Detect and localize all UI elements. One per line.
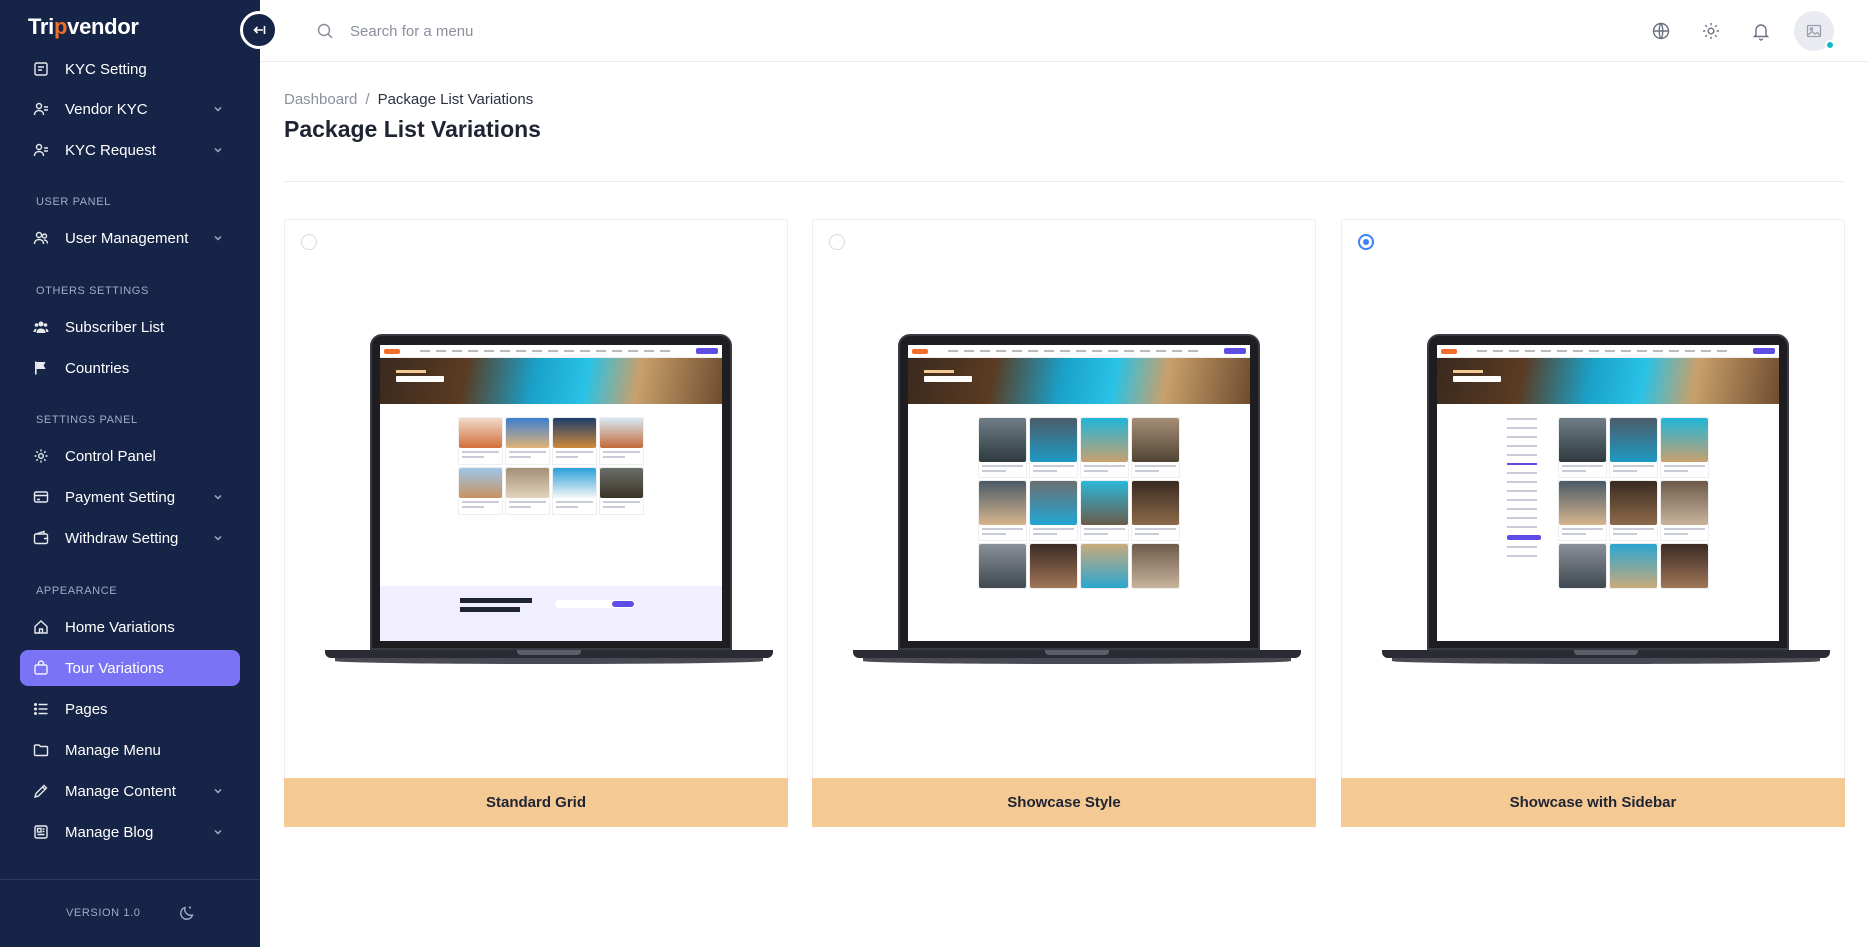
sidebar-item-label: Manage Content [65,782,176,800]
list-icon [32,700,50,718]
sidebar-collapse-button[interactable] [240,11,278,49]
bag-icon [32,659,50,677]
sidebar-item-vendor-kyc[interactable]: Vendor KYC [20,91,240,127]
variation-radio-standard-grid[interactable] [301,234,317,250]
page-title: Package List Variations [284,116,541,142]
variation-card-showcase-with-sidebar[interactable]: Showcase with Sidebar [1341,219,1845,827]
sidebar: Tripvendor KYC Setting Vendor KYC KYC Re… [0,0,260,947]
bell-icon[interactable] [1751,21,1771,41]
wallet-icon [32,529,50,547]
section-label-settings-panel: SETTINGS PANEL [36,414,138,426]
sidebar-item-label: Countries [65,359,130,377]
home-icon [32,618,50,636]
chevron-down-icon [214,829,222,835]
sidebar-item-label: User Management [65,229,189,247]
sidebar-item-user-management[interactable]: User Management [20,220,240,256]
laptop-preview-image [1382,334,1830,664]
chevron-down-icon [214,788,222,794]
vendor-kyc-icon [32,100,50,118]
section-label-user-panel: USER PANEL [36,196,111,208]
chevron-down-icon [214,494,222,500]
kyc-request-icon [32,141,50,159]
laptop-preview-image [853,334,1301,664]
breadcrumb: Dashboard / Package List Variations [284,91,533,108]
payment-icon [32,488,50,506]
online-status-badge [1825,40,1835,50]
chevron-down-icon [214,106,222,112]
header-divider [284,181,1845,182]
logo-mark: p [54,14,68,39]
sidebar-item-label: KYC Request [65,141,156,159]
sidebar-item-label: Vendor KYC [65,100,148,118]
chevron-down-icon [214,147,222,153]
section-label-others-settings: OTHERS SETTINGS [36,285,149,297]
globe-icon[interactable] [1651,21,1671,41]
sidebar-item-home-variations[interactable]: Home Variations [20,609,240,645]
sidebar-item-kyc-request[interactable]: KYC Request [20,132,240,168]
sidebar-item-label: Subscriber List [65,318,165,336]
logo-text-end: vendor [67,14,139,39]
sidebar-item-kyc-setting[interactable]: KYC Setting [20,51,240,87]
gear-icon[interactable] [1701,21,1721,41]
sidebar-item-label: Control Panel [65,447,156,465]
collapse-arrow-icon [253,26,266,34]
sidebar-item-manage-menu[interactable]: Manage Menu [20,732,240,768]
sidebar-item-manage-blog[interactable]: Manage Blog [20,814,240,850]
laptop-preview-image [325,334,773,664]
variation-label-showcase-with-sidebar[interactable]: Showcase with Sidebar [1341,778,1845,827]
variation-card-showcase-style[interactable]: Showcase Style [812,219,1316,827]
subscribers-icon [32,318,50,336]
users-icon [32,229,50,247]
pencil-icon [32,782,50,800]
sidebar-footer: VERSION 1.0 [0,879,260,947]
sidebar-item-control-panel[interactable]: Control Panel [20,438,240,474]
sidebar-item-label: Manage Blog [65,823,154,841]
breadcrumb-dashboard-link[interactable]: Dashboard [284,91,357,108]
sidebar-item-label: Withdraw Setting [65,529,179,547]
chevron-down-icon [214,235,222,241]
breadcrumb-current: Package List Variations [377,91,534,108]
kyc-setting-icon [32,60,50,78]
search-input[interactable] [350,16,750,46]
sidebar-item-withdraw-setting[interactable]: Withdraw Setting [20,520,240,556]
sidebar-item-label: Manage Menu [65,741,161,759]
app-logo[interactable]: Tripvendor [28,14,139,40]
variation-radio-showcase-style[interactable] [829,234,845,250]
sidebar-item-label: Payment Setting [65,488,176,506]
sidebar-item-label: KYC Setting [65,60,147,78]
variation-radio-showcase-with-sidebar[interactable] [1358,234,1374,250]
variation-label-showcase-style[interactable]: Showcase Style [812,778,1316,827]
avatar-image-icon [1806,24,1822,38]
sidebar-item-pages[interactable]: Pages [20,691,240,727]
blog-icon [32,823,50,841]
sidebar-item-label: Pages [65,700,108,718]
sidebar-item-manage-content[interactable]: Manage Content [20,773,240,809]
flag-icon [32,359,50,377]
breadcrumb-separator: / [365,91,370,108]
top-header [260,0,1869,62]
search-icon [317,23,333,39]
user-avatar[interactable] [1794,11,1835,51]
sidebar-item-payment-setting[interactable]: Payment Setting [20,479,240,515]
variation-label-standard-grid[interactable]: Standard Grid [284,778,788,827]
chevron-down-icon [214,535,222,541]
section-label-appearance: APPEARANCE [36,585,118,597]
folder-icon [32,741,50,759]
gear-icon [32,447,50,465]
app-version: VERSION 1.0 [66,907,141,919]
variation-card-standard-grid[interactable]: Standard Grid [284,219,788,827]
sidebar-item-label: Home Variations [65,618,175,636]
sidebar-item-label: Tour Variations [65,659,164,677]
moon-icon[interactable] [178,904,196,922]
sidebar-item-countries[interactable]: Countries [20,350,240,386]
sidebar-item-subscriber-list[interactable]: Subscriber List [20,309,240,345]
logo-text-start: Tri [28,14,54,39]
sidebar-item-tour-variations[interactable]: Tour Variations [20,650,240,686]
